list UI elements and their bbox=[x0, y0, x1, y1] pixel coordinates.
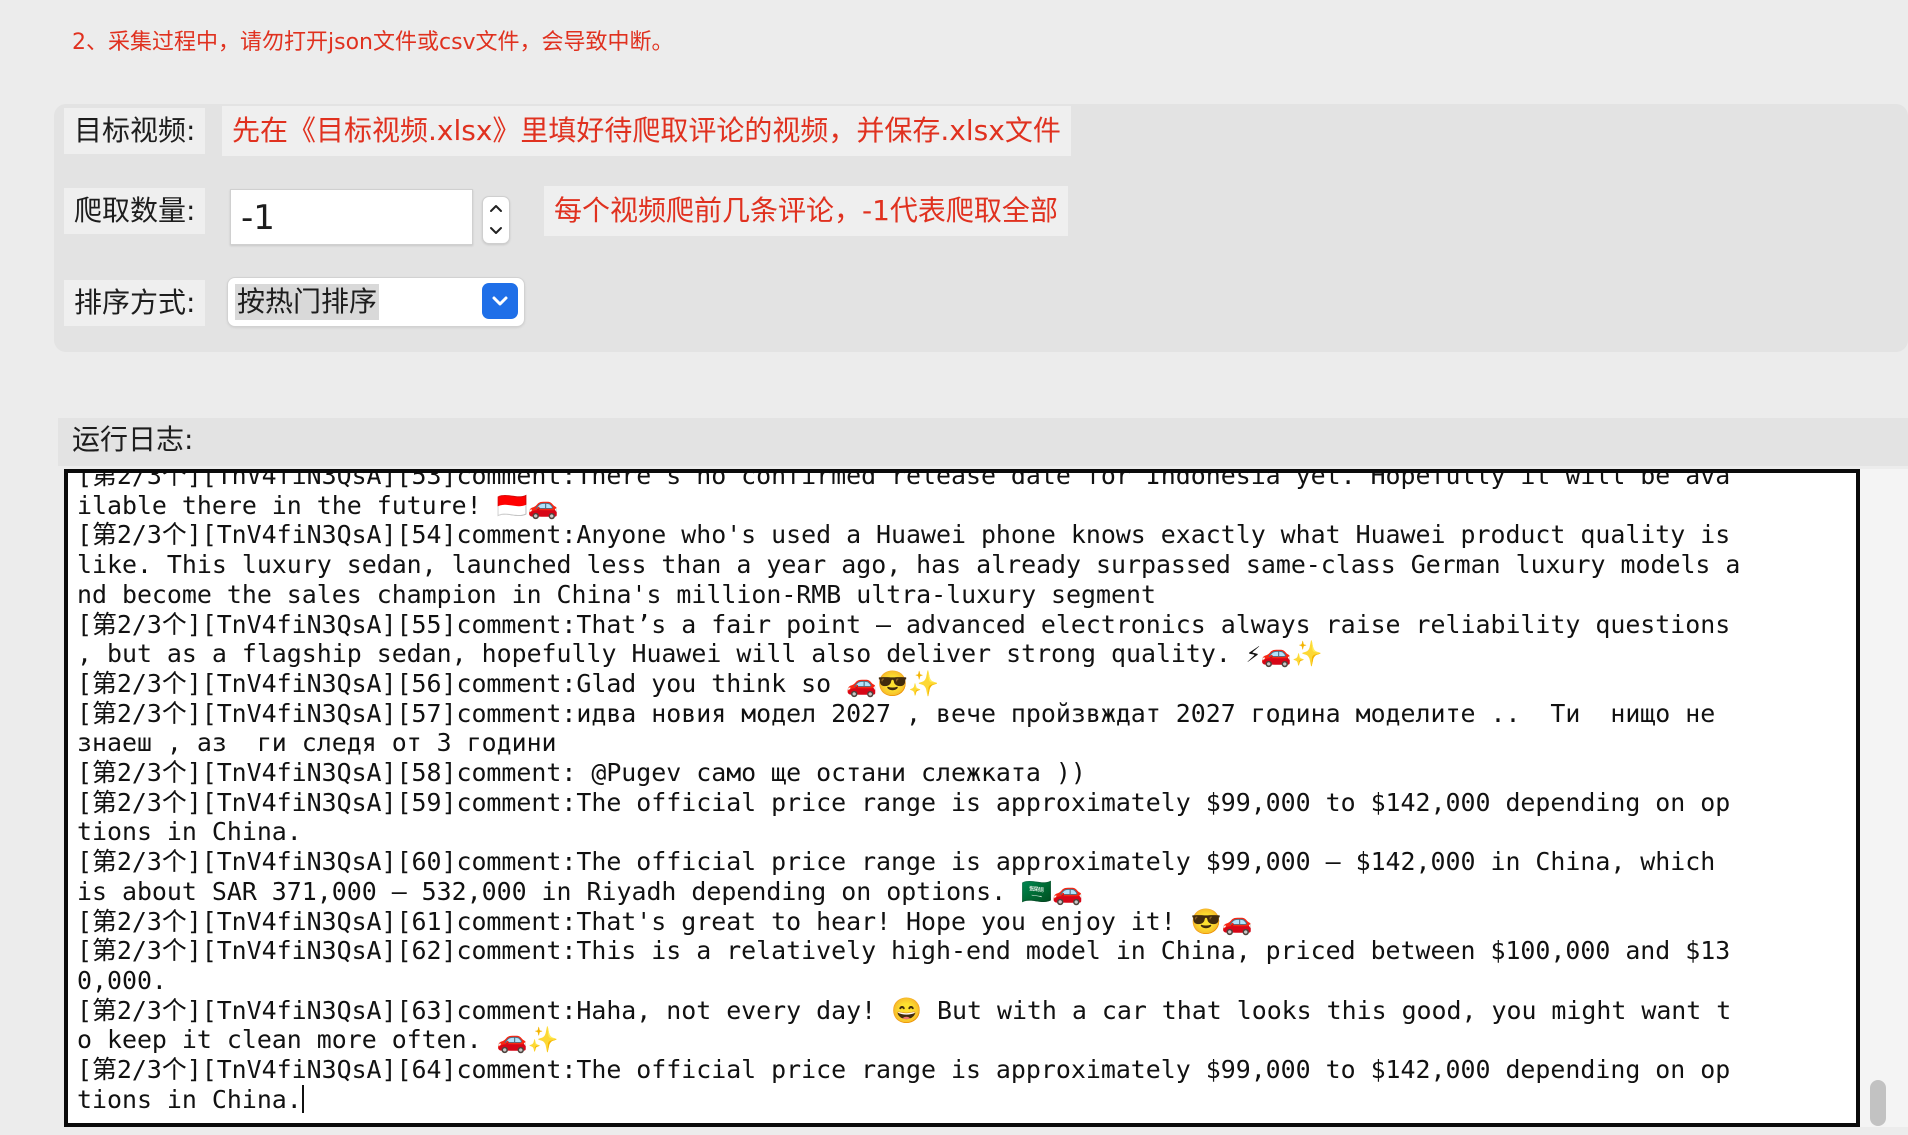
select-arrow-button[interactable] bbox=[482, 283, 518, 319]
count-input[interactable]: -1 bbox=[230, 189, 473, 245]
log-line: [第2/3个][TnV4fiN3QsA][61]comment:That's g… bbox=[77, 906, 1253, 936]
log-line: [第2/3个][TnV4fiN3QsA][57]comment:идва нов… bbox=[77, 698, 1716, 728]
log-line: [第2/3个][TnV4fiN3QsA][53]comment:There's … bbox=[77, 469, 1731, 490]
sort-select[interactable]: 按热门排序 bbox=[228, 278, 524, 326]
text-caret bbox=[301, 1084, 304, 1113]
log-scrollbar[interactable] bbox=[1860, 469, 1908, 1127]
log-line: знаеш , аз ги следя от 3 години bbox=[77, 728, 557, 758]
log-label: 运行日志: bbox=[58, 418, 1908, 466]
target-video-label: 目标视频: bbox=[64, 108, 206, 154]
log-line: ilable there in the future! 🇮🇩🚗 bbox=[77, 490, 559, 520]
log-line: like. This luxury sedan, launched less t… bbox=[77, 550, 1741, 580]
log-line: [第2/3个][TnV4fiN3QsA][55]comment:That’s a… bbox=[77, 609, 1731, 639]
log-line: o keep it clean more often. 🚗✨ bbox=[77, 1025, 559, 1055]
usage-note: 2、采集过程中，请勿打开json文件或csv文件，会导致中断。 bbox=[72, 30, 674, 55]
count-label: 爬取数量: bbox=[64, 188, 206, 234]
sort-label: 排序方式: bbox=[64, 280, 206, 326]
count-hint: 每个视频爬前几条评论，-1代表爬取全部 bbox=[544, 186, 1068, 236]
log-line: [第2/3个][TnV4fiN3QsA][62]comment:This is … bbox=[77, 936, 1731, 966]
log-line: [第2/3个][TnV4fiN3QsA][59]comment:The offi… bbox=[77, 787, 1731, 817]
log-line: nd become the sales champion in China's … bbox=[77, 579, 1156, 609]
log-line: [第2/3个][TnV4fiN3QsA][60]comment:The offi… bbox=[77, 847, 1716, 877]
target-video-hint: 先在《目标视频.xlsx》里填好待爬取评论的视频，并保存.xlsx文件 bbox=[222, 106, 1071, 156]
log-line: [第2/3个][TnV4fiN3QsA][58]comment: @Pugev … bbox=[77, 758, 1086, 788]
count-stepper[interactable] bbox=[482, 196, 510, 244]
chevron-down-icon bbox=[490, 227, 502, 234]
stepper-down-button[interactable] bbox=[483, 220, 509, 243]
log-textarea[interactable]: [第2/3个][TnV4fiN3QsA][53]comment:There's … bbox=[64, 469, 1860, 1127]
chevron-down-icon bbox=[492, 296, 508, 306]
log-line: [第2/3个][TnV4fiN3QsA][54]comment:Anyone w… bbox=[77, 520, 1731, 550]
log-scrollbar-thumb[interactable] bbox=[1870, 1080, 1886, 1126]
log-line: , but as a flagship sedan, hopefully Hua… bbox=[77, 639, 1323, 669]
log-line: [第2/3个][TnV4fiN3QsA][64]comment:The offi… bbox=[77, 1055, 1731, 1085]
stepper-up-button[interactable] bbox=[483, 197, 509, 220]
log-line: [第2/3个][TnV4fiN3QsA][63]comment:Haha, no… bbox=[77, 995, 1732, 1025]
log-line: [第2/3个][TnV4fiN3QsA][56]comment:Glad you… bbox=[77, 668, 940, 698]
log-line: tions in China. bbox=[77, 817, 302, 847]
chevron-up-icon bbox=[490, 205, 502, 212]
sort-selected-value: 按热门排序 bbox=[235, 284, 380, 320]
log-content: [第2/3个][TnV4fiN3QsA][53]comment:There's … bbox=[77, 469, 1856, 1114]
log-line: tions in China. bbox=[77, 1084, 302, 1114]
log-line: 0,000. bbox=[77, 965, 167, 995]
log-line: is about SAR 371,000 – 532,000 in Riyadh… bbox=[77, 876, 1084, 906]
